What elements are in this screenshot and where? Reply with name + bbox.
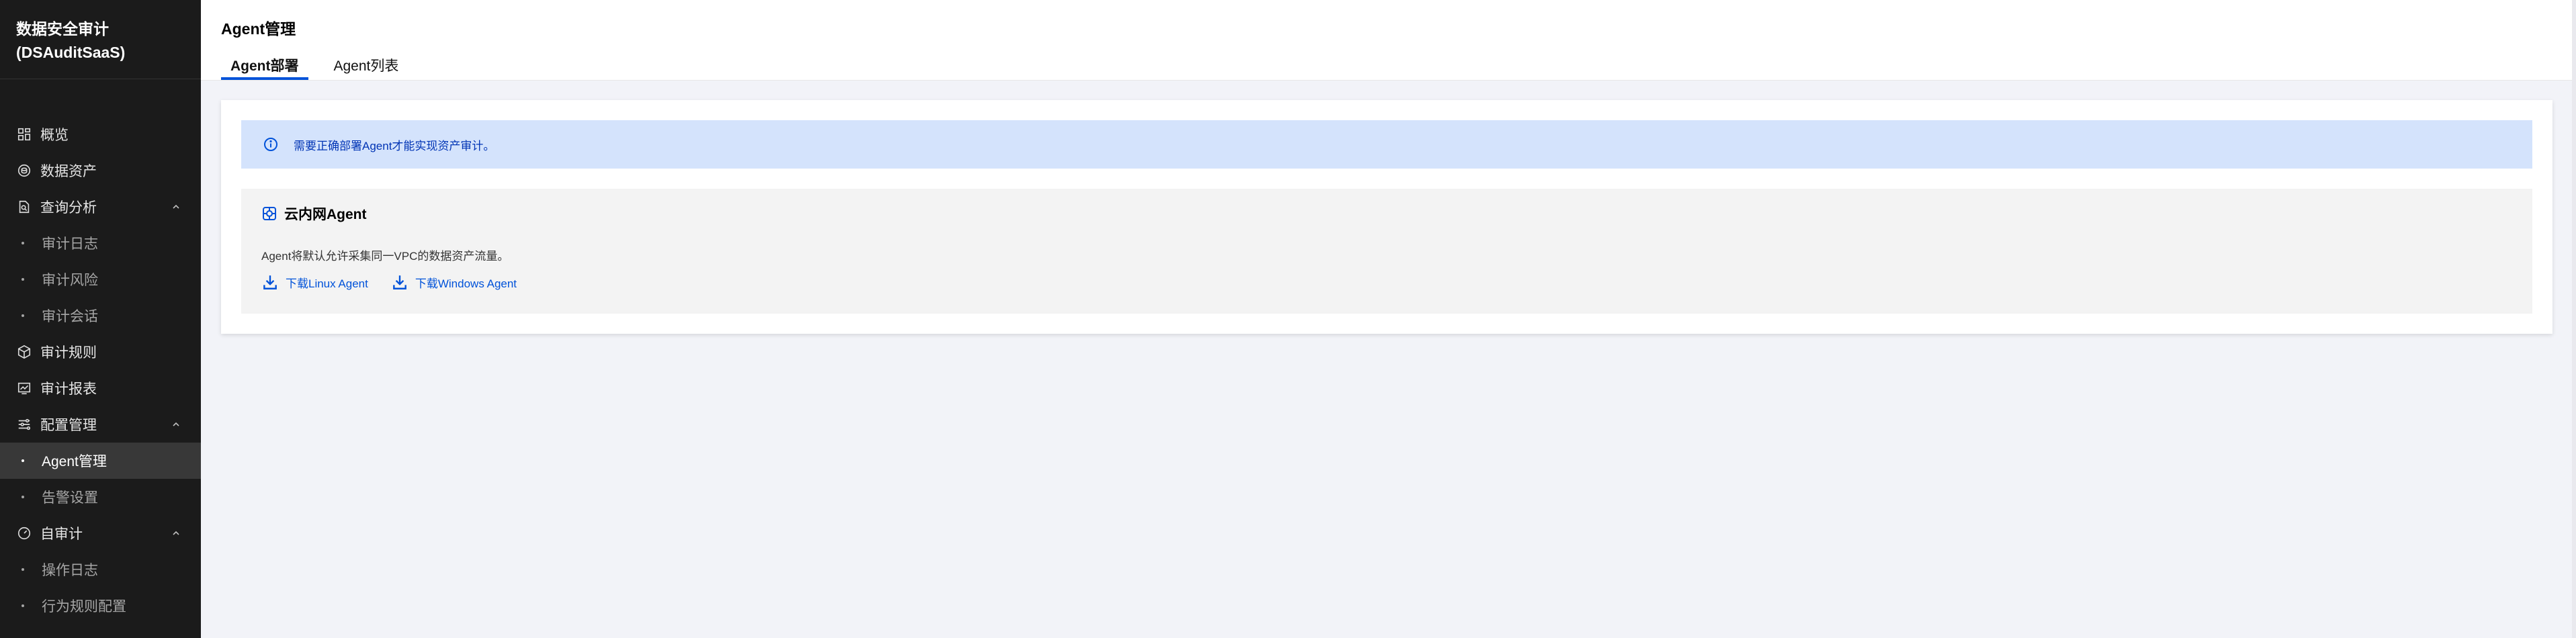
gauge-icon	[16, 525, 32, 541]
download-links: 下载Linux Agent 下载Windows Agent	[261, 273, 540, 291]
agent-section: 云内网Agent Agent将默认允许采集同一VPC的数据资产流量。 下载Lin…	[241, 189, 2532, 314]
bullet-icon	[22, 242, 24, 244]
sidebar-subitem-label: 审计风险	[42, 273, 98, 288]
brand-subtitle: (DSAuditSaaS)	[16, 44, 126, 61]
dashboard-icon	[16, 126, 32, 142]
sidebar-subitem-label: Agent管理	[42, 454, 107, 469]
chevron-up-icon	[173, 204, 179, 209]
cube-icon	[16, 344, 32, 360]
sidebar-item-audit-rules[interactable]: 审计规则	[0, 334, 201, 370]
header-divider	[201, 80, 2576, 81]
sidebar-item-data-assets[interactable]: 数据资产	[0, 152, 201, 189]
chevron-up-icon	[173, 422, 179, 426]
brand: 数据安全审计 (DSAuditSaaS)	[0, 0, 201, 79]
info-icon	[263, 136, 279, 152]
bullet-icon	[22, 496, 24, 498]
sidebar-subitem-operation-log[interactable]: 操作日志	[0, 551, 201, 588]
sidebar-item-overview[interactable]: 概览	[0, 116, 201, 152]
sidebar-subitem-label: 行为规则配置	[42, 599, 126, 614]
bullet-icon	[22, 314, 24, 317]
alert-text: 需要正确部署Agent才能实现资产审计。	[294, 139, 495, 152]
download-icon	[261, 273, 279, 291]
sidebar-subitem-behavior-rules[interactable]: 行为规则配置	[0, 588, 201, 624]
sidebar-item-label: 自审计	[40, 527, 83, 542]
sidebar-item-label: 数据资产	[40, 164, 97, 179]
search-doc-icon	[16, 199, 32, 215]
download-windows-label: 下载Windows Agent	[415, 277, 517, 290]
sidebar-subitem-audit-risk[interactable]: 审计风险	[0, 261, 201, 298]
bullet-icon	[22, 459, 24, 462]
download-linux-label: 下载Linux Agent	[286, 277, 368, 290]
sidebar-menu: 概览 数据资产 查询分析 审计日志 审计风险 审计会话 审计规则 审计报表 配置…	[0, 79, 201, 624]
chevron-up-icon	[173, 531, 179, 535]
page-title: Agent管理	[221, 20, 296, 38]
sidebar-item-query-analysis[interactable]: 查询分析	[0, 189, 201, 225]
brand-title: 数据安全审计	[16, 20, 109, 38]
network-icon	[261, 206, 277, 222]
agent-description: Agent将默认允许采集同一VPC的数据资产流量。	[261, 250, 509, 263]
download-icon	[391, 273, 409, 291]
database-icon	[16, 163, 32, 179]
download-linux-link[interactable]: 下载Linux Agent	[261, 273, 368, 291]
tab-bar: Agent部署 Agent列表	[221, 51, 424, 80]
sidebar-subitem-label: 操作日志	[42, 563, 98, 578]
bullet-icon	[22, 604, 24, 607]
sidebar-item-config[interactable]: 配置管理	[0, 406, 201, 443]
tab-agent-deploy[interactable]: Agent部署	[221, 51, 308, 80]
sidebar-item-label: 查询分析	[40, 200, 97, 216]
sidebar-item-label: 审计报表	[40, 381, 97, 397]
sidebar-item-label: 概览	[40, 128, 69, 143]
sidebar-subitem-agent-management[interactable]: Agent管理	[0, 443, 201, 479]
chart-icon	[16, 380, 32, 396]
sliders-icon	[16, 416, 32, 432]
info-alert: 需要正确部署Agent才能实现资产审计。	[241, 120, 2532, 169]
sidebar-item-label: 配置管理	[40, 418, 97, 433]
sidebar: 数据安全审计 (DSAuditSaaS) 概览 数据资产 查询分析 审计日志 审…	[0, 0, 201, 638]
page-header: Agent管理 Agent部署 Agent列表	[201, 0, 2576, 80]
sidebar-subitem-label: 告警设置	[42, 490, 98, 506]
deploy-card: 需要正确部署Agent才能实现资产审计。 云内网Agent Agent将默认允许…	[221, 100, 2552, 334]
agent-title-text: 云内网Agent	[284, 207, 367, 222]
download-windows-link[interactable]: 下载Windows Agent	[391, 273, 517, 291]
sidebar-subitem-audit-log[interactable]: 审计日志	[0, 225, 201, 261]
sidebar-subitem-label: 审计会话	[42, 309, 98, 324]
bullet-icon	[22, 278, 24, 281]
sidebar-item-label: 审计规则	[40, 345, 97, 361]
bullet-icon	[22, 568, 24, 571]
sidebar-subitem-label: 审计日志	[42, 236, 98, 252]
sidebar-item-self-audit[interactable]: 自审计	[0, 515, 201, 551]
tab-agent-list[interactable]: Agent列表	[325, 51, 409, 80]
sidebar-item-audit-reports[interactable]: 审计报表	[0, 370, 201, 406]
agent-section-title: 云内网Agent	[261, 203, 367, 224]
scrollbar-track[interactable]	[2572, 0, 2576, 638]
sidebar-subitem-audit-session[interactable]: 审计会话	[0, 298, 201, 334]
sidebar-subitem-alert-settings[interactable]: 告警设置	[0, 479, 201, 515]
